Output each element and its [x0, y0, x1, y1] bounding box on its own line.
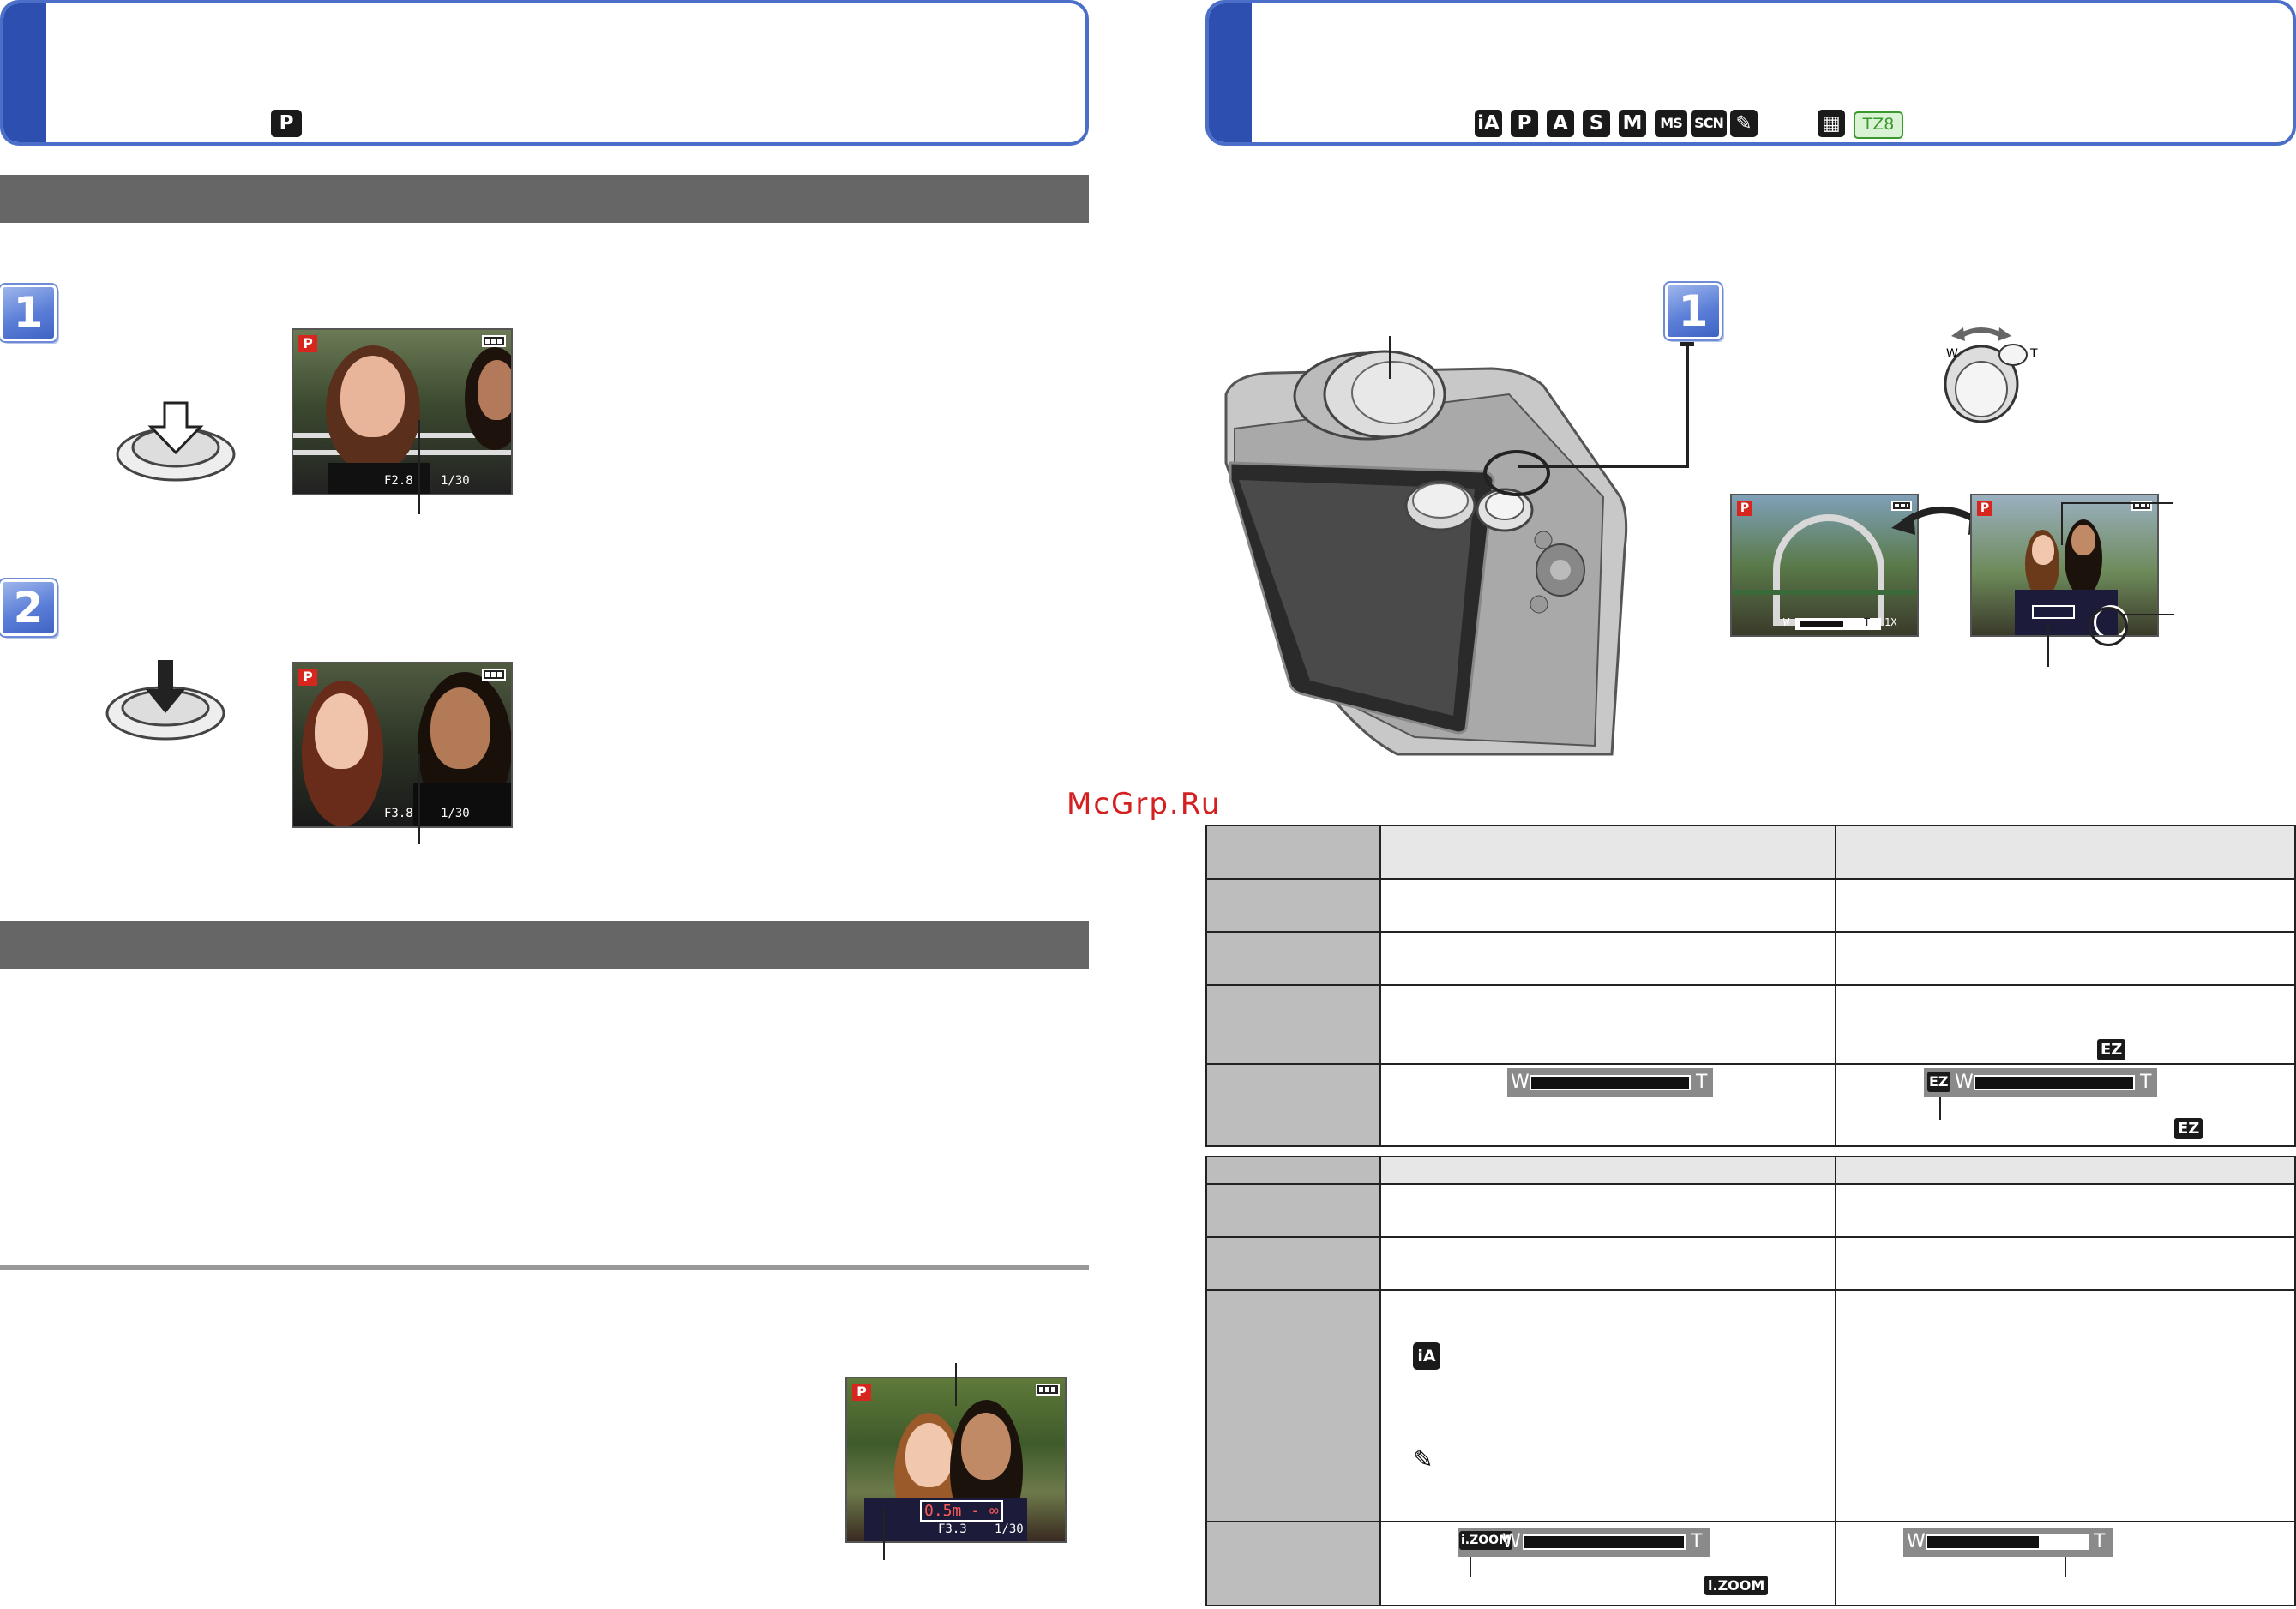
creative-mode-icon: ✎	[1413, 1445, 1433, 1474]
shutter-value: 1/30	[995, 1522, 1024, 1536]
shutter-half-press-icon	[116, 401, 236, 482]
zoom-lever-pointer	[1686, 343, 1689, 468]
shutter-full-press-icon	[105, 660, 225, 741]
ez-badge: EZ	[2097, 1039, 2126, 1060]
step-number-1: 1	[0, 283, 58, 343]
ez-badge: EZ	[1927, 1072, 1950, 1092]
callout-line	[1389, 336, 1391, 379]
battery-icon	[482, 669, 506, 681]
mode-p-icon: P	[1511, 110, 1538, 137]
zoom-bar-izoom: i.ZOOM W T	[1458, 1528, 1710, 1557]
zoom-t-label: T	[1696, 1072, 1708, 1093]
zoom-bar-digital: W T	[1903, 1528, 2113, 1557]
callout-line	[955, 1363, 957, 1406]
section-bar-2	[0, 921, 1089, 969]
shutter-value: 1/30	[441, 807, 470, 820]
zoom-w-label: W	[1511, 1072, 1530, 1093]
izoom-badge: i.ZOOM	[1704, 1576, 1769, 1595]
zoom-t-label: T	[2094, 1531, 2106, 1552]
callout-line	[2061, 502, 2063, 545]
callout-line	[1470, 1557, 1471, 1577]
zoom-lever-highlight	[1483, 450, 1550, 496]
zoom-highlight-circle	[2089, 607, 2128, 646]
lever-t-label: T	[2030, 347, 2038, 361]
model-tz8-badge: TZ8	[1854, 111, 1903, 139]
wide-zoom-bar: W T 1X	[1783, 616, 1896, 630]
zoom-bar-optical: W T	[1507, 1068, 1713, 1097]
header-stripe	[1209, 3, 1252, 142]
mode-s-icon: S	[1583, 110, 1610, 137]
watermark-text: McGrp.Ru	[1067, 787, 1222, 821]
zoom-lever-pointer	[1680, 339, 1694, 346]
zoom-w-label: W	[1907, 1531, 1926, 1552]
focus-range-box	[2032, 605, 2075, 619]
callout-line	[418, 754, 420, 844]
mode-indicator: P	[298, 669, 317, 686]
focus-range: 0.5m - ∞	[920, 1500, 1003, 1522]
battery-icon	[482, 335, 506, 347]
aperture-value: F3.3	[938, 1522, 967, 1536]
callout-line	[2123, 614, 2174, 615]
callout-line	[883, 1509, 885, 1560]
mode-indicator: P	[1737, 501, 1752, 516]
mode-ia-icon: iA	[1413, 1342, 1440, 1370]
zoom-bar-extended: EZ W T	[1924, 1068, 2157, 1097]
mode-p-icon: P	[271, 110, 302, 137]
aperture-value: F2.8	[384, 474, 413, 488]
callout-line	[418, 420, 420, 514]
mode-scn-icon: SCN	[1691, 110, 1727, 137]
shutter-value: 1/30	[441, 474, 470, 488]
callout-line	[1939, 1097, 1941, 1120]
callout-line	[2061, 502, 2173, 504]
header-stripe	[3, 3, 46, 142]
callout-line	[2065, 1557, 2066, 1577]
callout-line	[2047, 624, 2049, 667]
camera-illustration	[1224, 350, 1628, 756]
step-number-2: 2	[0, 578, 58, 638]
aperture-value: F3.8	[384, 807, 413, 820]
zoom-table-2	[1205, 1156, 2296, 1606]
zoom-table-1	[1205, 825, 2296, 1147]
zoom-w-label: W	[1955, 1072, 1974, 1093]
preview-photo-1: P F2.8 1/30	[292, 328, 513, 495]
mode-indicator: P	[1977, 501, 1992, 516]
mode-creative-icon: ✎	[1730, 110, 1758, 137]
preview-photo-2: P F3.8 1/30	[292, 662, 513, 828]
mode-movie-icon: ▦	[1818, 110, 1845, 137]
left-header-box: P	[0, 0, 1089, 146]
zoom-w-label: W	[1502, 1531, 1521, 1552]
lever-w-label: W	[1946, 347, 1958, 361]
mode-ia-icon: iA	[1475, 110, 1502, 137]
zoom-value: 1X	[1884, 616, 1897, 628]
zoom-w-label: W	[1783, 616, 1790, 628]
mode-a-icon: A	[1547, 110, 1574, 137]
step-number-right-1: 1	[1663, 281, 1723, 341]
zoom-t-label: T	[1864, 616, 1871, 628]
zoom-t-label: T	[1691, 1531, 1703, 1552]
zoom-lever-icon	[1944, 327, 2028, 423]
section-bar-1	[0, 175, 1089, 223]
mode-indicator: P	[298, 335, 317, 352]
mode-m-icon: M	[1619, 110, 1646, 137]
ez-badge: EZ	[2174, 1118, 2203, 1139]
right-header-box: iA P A S M MS SCN ✎ ▦ TZ8	[1205, 0, 2296, 146]
zoom-t-label: T	[2140, 1072, 2152, 1093]
divider-rule	[0, 1265, 1089, 1270]
mode-indicator: P	[852, 1384, 871, 1401]
battery-icon	[1036, 1384, 1060, 1396]
mode-ms-icon: MS	[1655, 110, 1687, 137]
